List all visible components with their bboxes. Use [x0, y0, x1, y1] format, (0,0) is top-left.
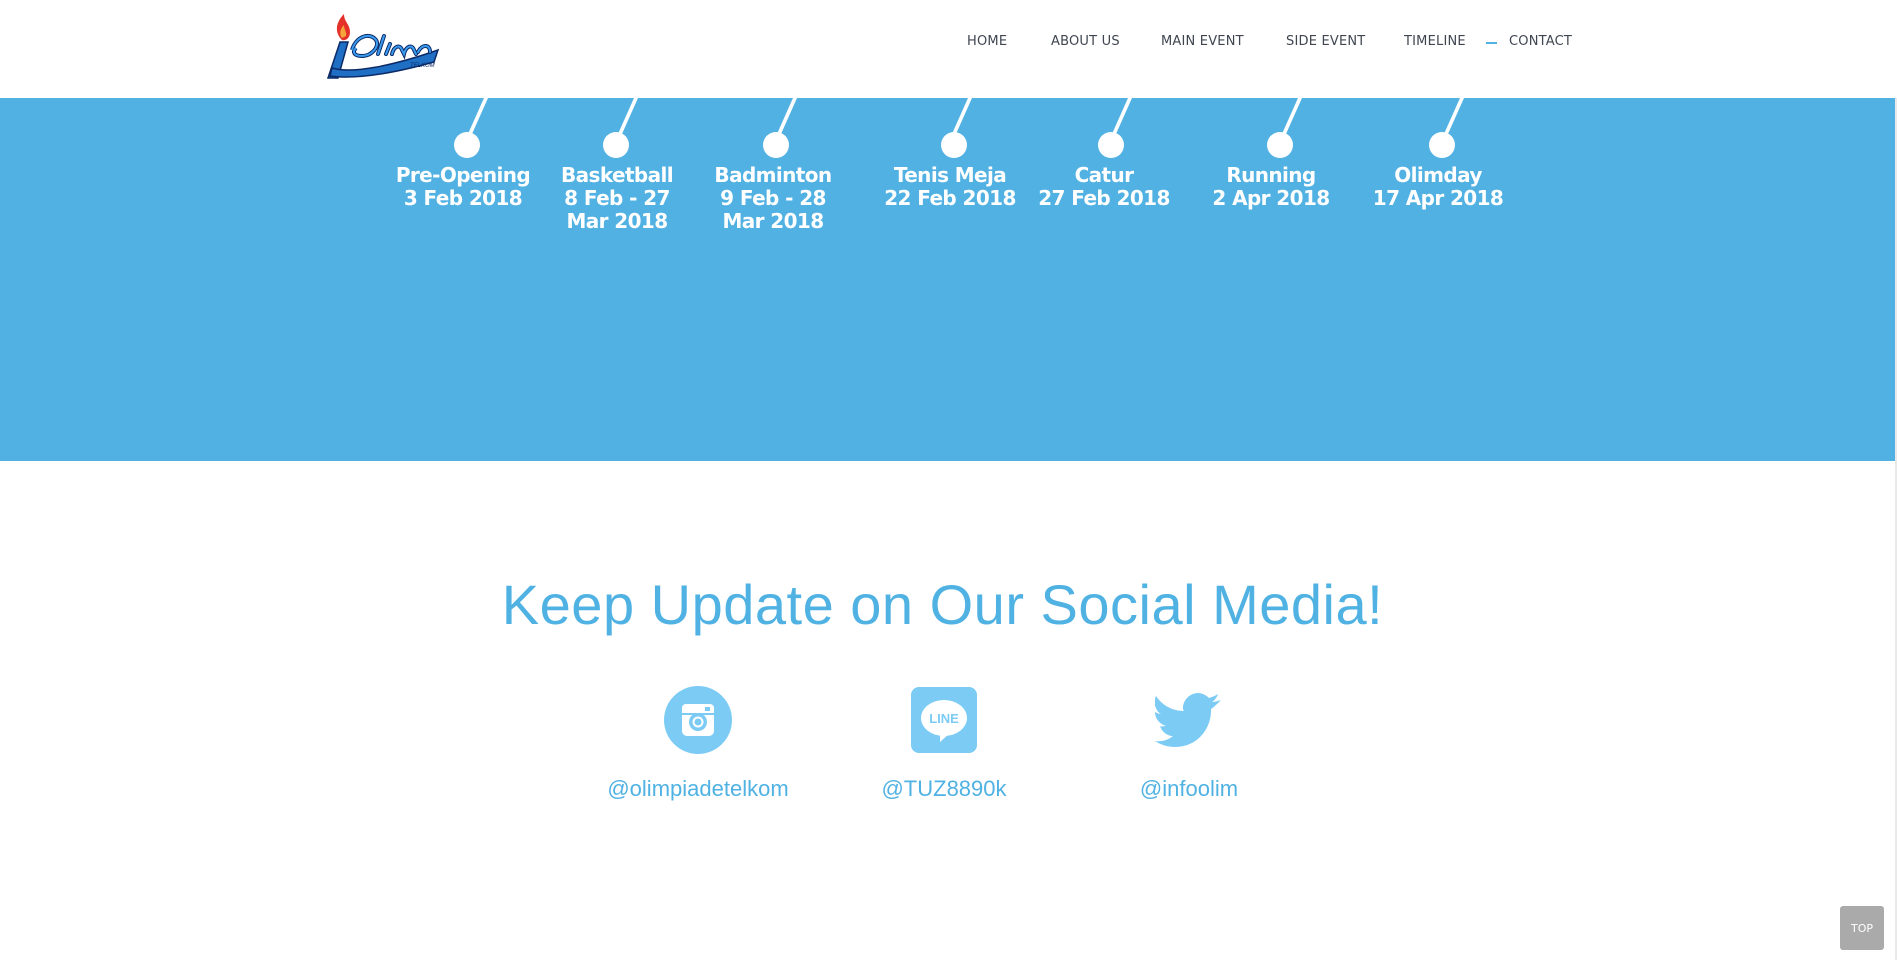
line-icon-text: LINE [929, 711, 959, 726]
back-to-top-button[interactable]: TOP [1840, 906, 1884, 950]
timeline-event-date: 8 Feb - 27 Mar 2018 [564, 186, 670, 233]
instagram-handle[interactable]: @olimpiadetelkom [578, 776, 818, 802]
timeline-event-date: 22 Feb 2018 [884, 186, 1016, 210]
nav-timeline[interactable]: TIMELINE [1404, 34, 1466, 49]
timeline-dot [603, 132, 629, 158]
svg-text:TELKOM: TELKOM [410, 63, 435, 69]
nav-home[interactable]: HOME [967, 34, 1007, 49]
timeline-item: Olimday 17 Apr 2018 [1368, 164, 1508, 210]
timeline-event-name: Badminton [714, 163, 832, 187]
timeline-dot [763, 132, 789, 158]
active-nav-indicator [1486, 42, 1497, 44]
timeline-item: Pre-Opening 3 Feb 2018 [393, 164, 533, 210]
nav-main-event[interactable]: MAIN EVENT [1161, 34, 1244, 49]
timeline-event-date: 17 Apr 2018 [1372, 186, 1504, 210]
timeline-event-date: 2 Apr 2018 [1212, 186, 1330, 210]
nav-contact[interactable]: CONTACT [1509, 34, 1572, 49]
timeline-event-name: Olimday [1394, 163, 1482, 187]
twitter-handle[interactable]: @infoolim [1069, 776, 1309, 802]
timeline-section: Pre-Opening 3 Feb 2018 Basketball 8 Feb … [0, 98, 1895, 461]
social-section-title: Keep Update on Our Social Media! [501, 573, 1384, 636]
timeline-dot [941, 132, 967, 158]
line-handle[interactable]: @TUZ8890k [824, 776, 1064, 802]
timeline-item: Running 2 Apr 2018 [1201, 164, 1341, 210]
timeline-item: Catur 27 Feb 2018 [1034, 164, 1174, 210]
nav-about-us[interactable]: ABOUT US [1051, 34, 1120, 49]
twitter-icon[interactable] [1154, 686, 1223, 754]
timeline-dot [1267, 132, 1293, 158]
line-icon[interactable]: LINE [910, 686, 978, 754]
timeline-item: Badminton 9 Feb - 28 Mar 2018 [703, 164, 843, 233]
timeline-event-name: Catur [1074, 163, 1134, 187]
timeline-event-date: 3 Feb 2018 [403, 186, 523, 210]
timeline-event-date: 27 Feb 2018 [1038, 186, 1170, 210]
timeline-event-name: Tenis Meja [893, 163, 1007, 187]
timeline-item: Tenis Meja 22 Feb 2018 [880, 164, 1020, 210]
timeline-event-name: Pre-Opening [395, 163, 531, 187]
timeline-item: Basketball 8 Feb - 27 Mar 2018 [547, 164, 687, 233]
timeline-event-name: Basketball [560, 163, 674, 187]
timeline-dot [1429, 132, 1455, 158]
timeline-event-name: Running [1226, 163, 1316, 187]
instagram-icon[interactable] [664, 686, 732, 754]
timeline-dot [1098, 132, 1124, 158]
main-nav: HOME ABOUT US MAIN EVENT SIDE EVENT TIME… [0, 34, 1897, 54]
site-header: TELKOM HOME ABOUT US MAIN EVENT SIDE EVE… [0, 0, 1897, 98]
timeline-dot [454, 132, 480, 158]
timeline-event-date: 9 Feb - 28 Mar 2018 [720, 186, 826, 233]
nav-side-event[interactable]: SIDE EVENT [1286, 34, 1365, 49]
